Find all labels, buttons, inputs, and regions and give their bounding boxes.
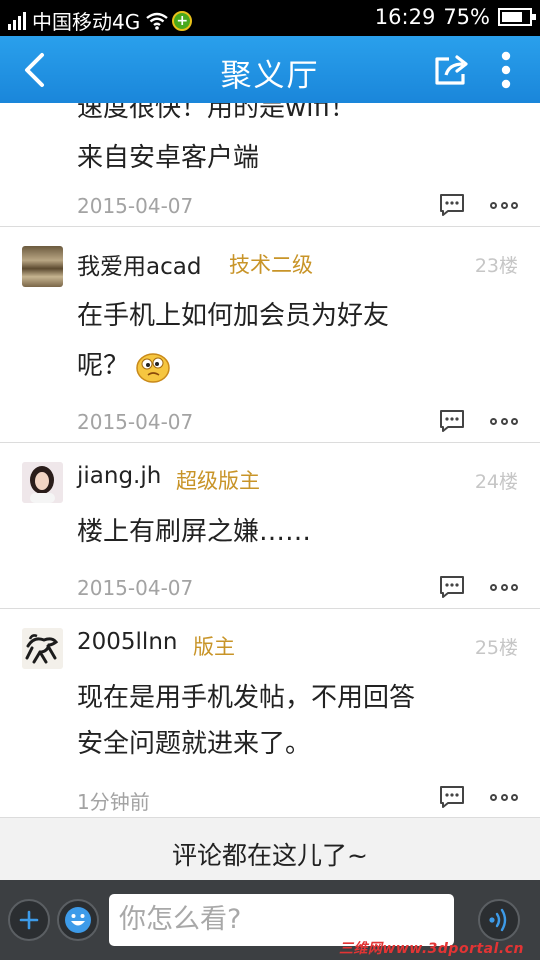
smiley-icon xyxy=(65,907,91,933)
emoji-button[interactable] xyxy=(57,899,99,941)
post-body-line: 楼上有刷屏之嫌…… xyxy=(77,517,312,547)
post-more-icon[interactable] xyxy=(490,200,518,210)
person-avatar-icon xyxy=(22,462,63,503)
share-button[interactable] xyxy=(422,36,482,103)
site-watermark: 三维网www.3dportal.cn xyxy=(338,941,524,957)
post-body-line-with-emoji: 呢？ xyxy=(77,341,171,391)
post-item: 速度很快！用的是wifi！ 来自安卓客户端 2015-04-07 xyxy=(0,103,540,227)
comment-icon[interactable] xyxy=(439,785,465,809)
comment-icon[interactable] xyxy=(439,575,465,599)
post-body-line: 安全问题就进来了。 xyxy=(77,729,312,759)
post-more-icon[interactable] xyxy=(490,416,518,426)
avatar[interactable] xyxy=(22,246,63,287)
post-item: 我爱用acad 技术二级 23楼 在手机上如何加会员为好友 呢？ 2015-04… xyxy=(0,227,540,443)
voice-input-button[interactable] xyxy=(478,899,520,941)
comments-end-hint: 评论都在这儿了~ xyxy=(0,818,540,880)
confused-face-emoji-icon xyxy=(136,352,170,383)
title-bar: 聚义厅 xyxy=(0,36,540,103)
more-vertical-icon xyxy=(501,51,511,88)
post-item: jiang.jh 超级版主 24楼 楼上有刷屏之嫌…… 2015-04-07 xyxy=(0,443,540,609)
post-date: 2015-04-07 xyxy=(77,576,194,600)
comment-icon[interactable] xyxy=(439,409,465,433)
post-more-icon[interactable] xyxy=(490,792,518,802)
voice-icon xyxy=(489,908,507,932)
post-body-line: 在手机上如何加会员为好友 xyxy=(77,301,390,331)
more-menu-button[interactable] xyxy=(476,36,536,103)
app-notification-icon: + xyxy=(172,10,193,31)
battery-icon xyxy=(498,8,536,26)
battery-percent: 75% xyxy=(443,5,490,29)
add-attachment-button[interactable] xyxy=(8,899,50,941)
clock: 16:29 xyxy=(374,5,436,29)
post-date: 2015-04-07 xyxy=(77,194,194,218)
share-icon xyxy=(435,54,468,85)
floor-number: 23楼 xyxy=(474,255,518,277)
user-rank-badge: 版主 xyxy=(193,635,235,659)
signal-icon xyxy=(8,11,26,30)
user-rank-badge: 技术二级 xyxy=(229,253,313,277)
post-body-line: 来自安卓客户端 xyxy=(77,143,260,173)
post-body-line: 现在是用手机发帖，不用回答 xyxy=(77,683,416,713)
floor-number: 24楼 xyxy=(474,471,518,493)
post-date: 1分钟前 xyxy=(77,790,150,814)
username[interactable]: 我爱用acad xyxy=(77,247,201,281)
post-more-icon[interactable] xyxy=(490,582,518,592)
thread-content[interactable]: 速度很快！用的是wifi！ 来自安卓客户端 2015-04-07 我爱用acad… xyxy=(0,103,540,818)
status-bar: 中国移动4G + 16:29 75% xyxy=(0,0,540,36)
avatar[interactable] xyxy=(22,462,63,503)
horse-painting-avatar-icon xyxy=(22,628,63,669)
plus-icon xyxy=(19,910,39,930)
user-rank-badge: 超级版主 xyxy=(176,469,260,493)
post-body-text: 呢？ xyxy=(77,351,130,381)
post-date: 2015-04-07 xyxy=(77,410,194,434)
comment-icon[interactable] xyxy=(439,193,465,217)
post-body-line: 速度很快！用的是wifi！ xyxy=(77,103,356,123)
avatar[interactable] xyxy=(22,628,63,669)
wifi-icon xyxy=(146,12,168,30)
floor-number: 25楼 xyxy=(474,637,518,659)
carrier-label: 中国移动4G xyxy=(32,10,141,34)
username[interactable]: jiang.jh xyxy=(77,463,161,489)
username[interactable]: 2005llnn xyxy=(77,629,177,655)
post-item: 2005llnn 版主 25楼 现在是用手机发帖，不用回答 安全问题就进来了。 … xyxy=(0,609,540,818)
